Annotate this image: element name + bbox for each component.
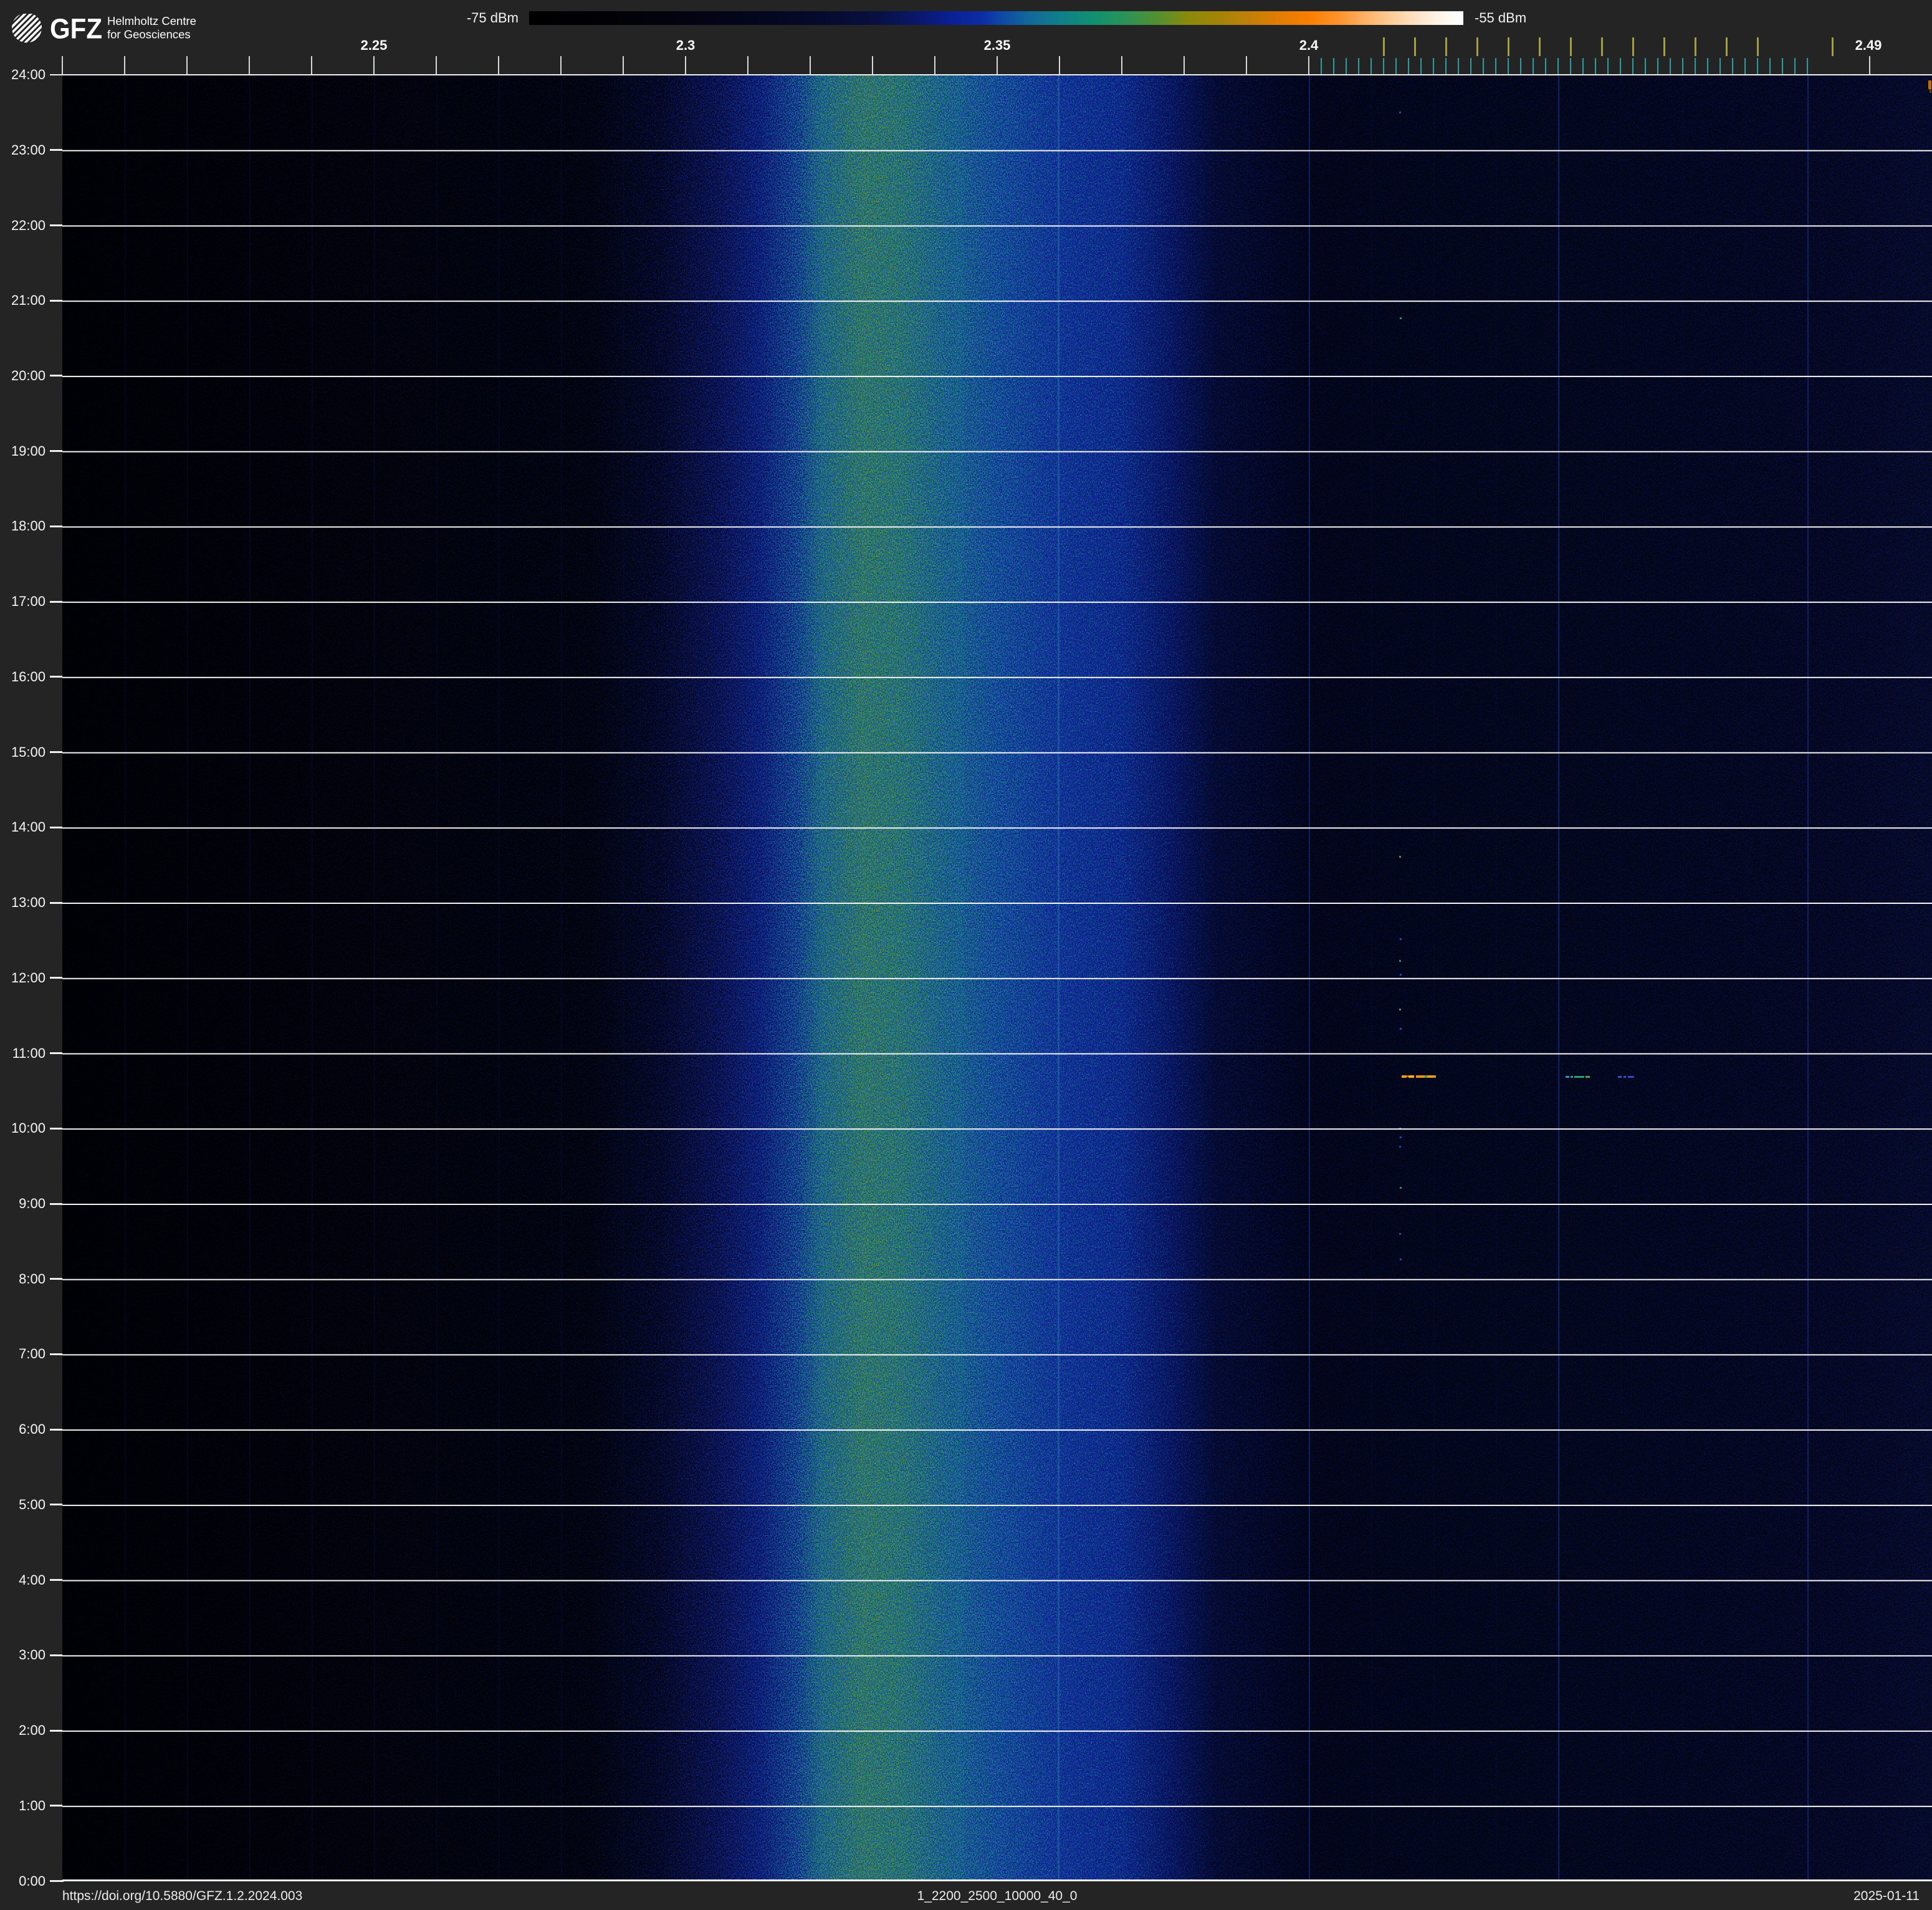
svg-text:for Geosciences: for Geosciences bbox=[107, 28, 191, 41]
svg-text:GFZ: GFZ bbox=[50, 14, 102, 45]
svg-text:Helmholtz Centre: Helmholtz Centre bbox=[107, 14, 196, 27]
